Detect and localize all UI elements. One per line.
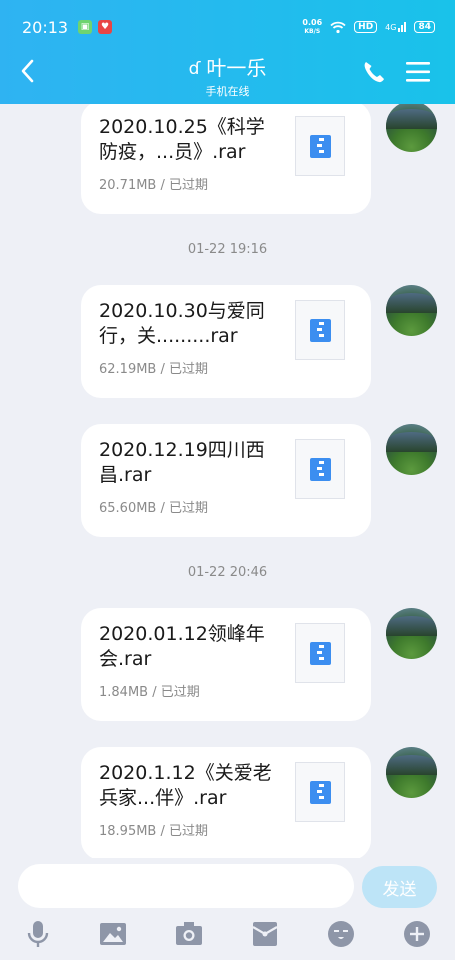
file-meta: 65.60MB / 已过期: [99, 501, 208, 516]
app-notification-icon-2: ♥: [98, 20, 112, 34]
zip-file-icon[interactable]: [295, 300, 345, 360]
file-name: 2020.1.12《关爱老兵家...伴》.rar: [99, 762, 272, 809]
send-button[interactable]: 发送: [362, 866, 437, 908]
status-bar: 20:13 ▣ ♥ 0.06 KB/S HD 4G 84: [0, 0, 455, 56]
status-icons: 0.06 KB/S HD 4G 84: [302, 18, 435, 36]
zip-file-icon[interactable]: [295, 116, 345, 176]
timestamp: 01-22 19:16: [187, 242, 268, 257]
avatar[interactable]: [386, 608, 437, 659]
emoji-icon[interactable]: [325, 918, 357, 950]
wifi-icon: [330, 21, 346, 33]
camera-icon[interactable]: [173, 918, 205, 950]
qq-online-icon: ɗ: [188, 59, 201, 79]
input-toolbar: [0, 918, 455, 960]
file-meta: 1.84MB / 已过期: [99, 685, 200, 700]
microphone-icon[interactable]: [22, 918, 54, 950]
file-message[interactable]: 2020.12.19四川西昌.rar 65.60MB / 已过期: [81, 424, 371, 537]
contact-name: 叶一乐: [206, 56, 267, 80]
file-message[interactable]: 2020.10.25《科学防疫，...员》.rar 20.71MB / 已过期: [81, 104, 371, 214]
file-name: 2020.12.19四川西昌.rar: [99, 439, 265, 486]
title-bar: ɗ 叶一乐 手机在线: [0, 50, 455, 100]
input-bar: 发送: [0, 858, 455, 960]
avatar[interactable]: [386, 104, 437, 152]
zip-file-icon[interactable]: [295, 762, 345, 822]
status-time: 20:13: [22, 18, 69, 37]
hd-badge: HD: [354, 21, 378, 33]
red-packet-icon[interactable]: [249, 918, 281, 950]
timestamp: 01-22 20:46: [187, 565, 268, 580]
plus-icon[interactable]: [401, 918, 433, 950]
chat-message-list[interactable]: 2020.10.25《科学防疫，...员》.rar 20.71MB / 已过期 …: [0, 104, 455, 858]
image-icon[interactable]: [97, 918, 129, 950]
file-name: 2020.01.12领峰年会.rar: [99, 623, 265, 670]
menu-icon[interactable]: [405, 60, 431, 84]
message-input[interactable]: [18, 864, 354, 908]
header: 20:13 ▣ ♥ 0.06 KB/S HD 4G 84 ɗ 叶一乐 手机在线: [0, 0, 455, 104]
file-meta: 18.95MB / 已过期: [99, 824, 208, 839]
net-speed: 0.06 KB/S: [302, 18, 323, 35]
file-meta: 20.71MB / 已过期: [99, 178, 208, 193]
file-message[interactable]: 2020.10.30与爱同行，关.........rar 62.19MB / 已…: [81, 285, 371, 398]
file-meta: 62.19MB / 已过期: [99, 362, 208, 377]
file-message[interactable]: 2020.1.12《关爱老兵家...伴》.rar 18.95MB / 已过期: [81, 747, 371, 858]
file-name: 2020.10.30与爱同行，关.........rar: [99, 300, 265, 347]
file-name: 2020.10.25《科学防疫，...员》.rar: [99, 116, 265, 163]
phone-call-icon[interactable]: [360, 58, 388, 86]
battery-indicator: 84: [414, 21, 435, 33]
avatar[interactable]: [386, 285, 437, 336]
avatar[interactable]: [386, 747, 437, 798]
zip-file-icon[interactable]: [295, 623, 345, 683]
signal-icon: 4G: [385, 22, 407, 32]
zip-file-icon[interactable]: [295, 439, 345, 499]
avatar[interactable]: [386, 424, 437, 475]
file-message[interactable]: 2020.01.12领峰年会.rar 1.84MB / 已过期: [81, 608, 371, 721]
app-notification-icon: ▣: [78, 20, 92, 34]
